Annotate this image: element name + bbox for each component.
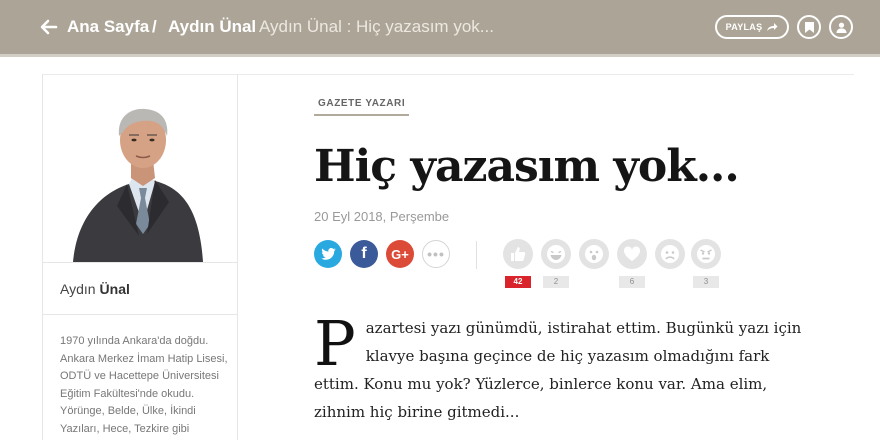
- reaction-love-button[interactable]: [617, 239, 647, 269]
- breadcrumb-home-link[interactable]: Ana Sayfa: [67, 16, 149, 38]
- thumbs-up-icon: [511, 247, 526, 261]
- author-bio: 1970 yılında Ankara'da doğdu. Ankara Mer…: [60, 335, 228, 435]
- sidebar-divider: [43, 314, 237, 315]
- reaction-angry-button[interactable]: [691, 239, 721, 269]
- back-arrow-icon[interactable]: [38, 16, 60, 38]
- share-button-label: PAYLAŞ: [725, 22, 763, 32]
- more-share-button[interactable]: •••: [422, 240, 450, 268]
- article-body: Pazartesi yazı günümdü, istirahat ettim.…: [314, 307, 814, 426]
- twitter-icon: [320, 248, 336, 260]
- article-date: 20 Eyl 2018, Perşembe: [314, 209, 450, 224]
- facebook-share-button[interactable]: f: [350, 240, 378, 268]
- user-icon: [836, 22, 846, 33]
- google-plus-share-button[interactable]: G+: [386, 240, 414, 268]
- reaction-count: 2: [543, 276, 569, 288]
- reaction-count: 42: [505, 276, 531, 288]
- breadcrumb-separator: /: [152, 17, 157, 36]
- sad-face-icon: [661, 245, 679, 263]
- laugh-face-icon: [547, 245, 565, 263]
- reaction-like-button[interactable]: [503, 239, 533, 269]
- article-body-text: azartesi yazı günümdü, istirahat ettim. …: [314, 319, 802, 421]
- author-photo[interactable]: [43, 74, 237, 262]
- article-title: Hiç yazasım yok...: [314, 141, 740, 192]
- author-last-name: Ünal: [99, 281, 130, 297]
- author-first-name: Aydın: [60, 281, 96, 297]
- share-button[interactable]: PAYLAŞ: [715, 15, 789, 39]
- breadcrumb-current: Aydın Ünal : Hiç yazasım yok...: [259, 17, 494, 36]
- sidebar-divider: [43, 262, 237, 263]
- user-button[interactable]: [829, 15, 853, 39]
- drop-cap: P: [314, 307, 356, 380]
- reaction-count: 3: [693, 276, 719, 288]
- more-dots-icon: •••: [427, 246, 445, 262]
- author-sidebar: Aydın Ünal 1970 yılında Ankara'da doğdu. …: [42, 74, 238, 440]
- google-plus-icon: G+: [391, 246, 409, 262]
- surprised-face-icon: [585, 245, 603, 263]
- bookmark-button[interactable]: [797, 15, 821, 39]
- twitter-share-button[interactable]: [314, 240, 342, 268]
- heart-icon: [623, 246, 641, 261]
- reaction-laugh-button[interactable]: [541, 239, 571, 269]
- angry-face-icon: [697, 245, 715, 263]
- reaction-sad-button[interactable]: [655, 239, 685, 269]
- top-bar-rule: [0, 54, 880, 57]
- share-reaction-divider: [476, 241, 477, 269]
- breadcrumb-author-link[interactable]: Aydın Ünal: [168, 16, 256, 38]
- reaction-surprised-button[interactable]: [579, 239, 609, 269]
- category-label[interactable]: GAZETE YAZARI: [314, 98, 410, 116]
- share-arrow-icon: [767, 23, 778, 31]
- facebook-icon: f: [361, 245, 367, 262]
- bookmark-icon: [804, 21, 814, 33]
- reaction-count: 6: [619, 276, 645, 288]
- author-name[interactable]: Aydın Ünal: [60, 281, 130, 297]
